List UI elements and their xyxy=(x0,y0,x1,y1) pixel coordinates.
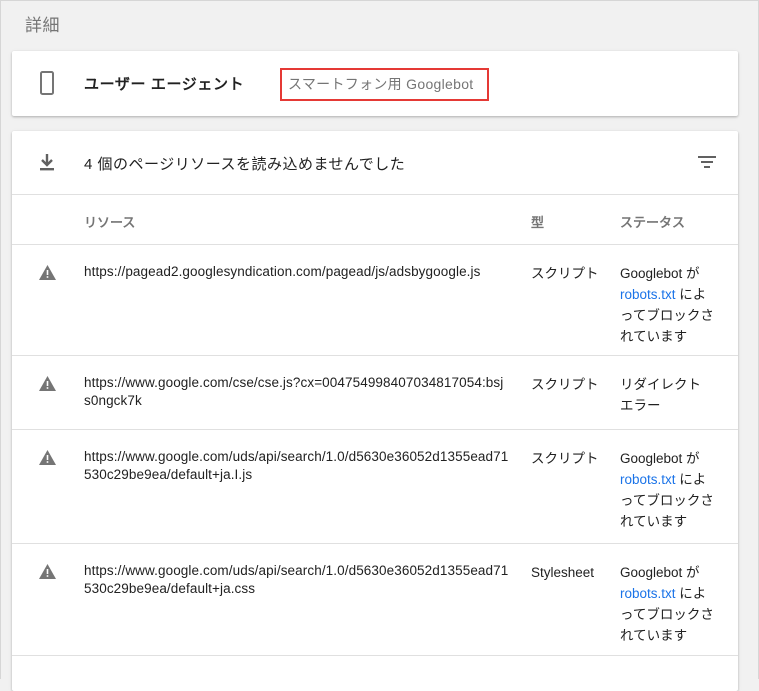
table-header: リソース 型 ステータス xyxy=(12,195,738,245)
robots-txt-link[interactable]: robots.txt xyxy=(620,287,676,302)
column-type[interactable]: 型 xyxy=(531,212,544,231)
resource-type: スクリプト xyxy=(531,377,599,392)
user-agent-card: ユーザー エージェント スマートフォン用 Googlebot xyxy=(12,51,738,116)
robots-txt-link[interactable]: robots.txt xyxy=(620,586,676,601)
resources-title: 4 個のページリソースを読み込めませんでした xyxy=(84,156,406,173)
resources-header: 4 個のページリソースを読み込めませんでした xyxy=(12,131,738,195)
resource-status: Googlebot が robots.txt によってブロックされています xyxy=(620,263,716,347)
column-resource[interactable]: リソース xyxy=(84,212,135,231)
resource-type: スクリプト xyxy=(531,451,599,466)
status-text: Googlebot が xyxy=(620,565,700,580)
table-row[interactable]: https://www.google.com/cse/cse.js?cx=004… xyxy=(12,356,738,430)
resource-url: https://pagead2.googlesyndication.com/pa… xyxy=(84,264,481,279)
page-resources-card: 4 個のページリソースを読み込めませんでした リソース 型 ステータス http… xyxy=(12,131,738,691)
status-text: リダイレクト エラー xyxy=(620,377,701,413)
table-row[interactable]: https://www.google.com/uds/api/search/1.… xyxy=(12,430,738,544)
resource-url: https://www.google.com/cse/cse.js?cx=004… xyxy=(84,375,504,408)
resource-status: Googlebot が robots.txt によってブロックされています xyxy=(620,562,716,646)
resource-url: https://www.google.com/uds/api/search/1.… xyxy=(84,563,509,596)
details-panel: 詳細 ユーザー エージェント スマートフォン用 Googlebot 4 個のペー… xyxy=(0,0,759,691)
warning-icon xyxy=(39,265,56,280)
resource-type: スクリプト xyxy=(531,266,599,281)
table-row[interactable]: https://www.google.com/uds/api/search/1.… xyxy=(12,544,738,656)
warning-icon xyxy=(39,564,56,579)
download-icon[interactable] xyxy=(40,153,54,171)
resource-url: https://www.google.com/uds/api/search/1.… xyxy=(84,449,509,482)
resource-status: Googlebot が robots.txt によってブロックされています xyxy=(620,448,716,532)
user-agent-label: ユーザー エージェント xyxy=(84,76,245,93)
section-title: 詳細 xyxy=(25,16,60,35)
warning-icon xyxy=(39,376,56,391)
status-text: Googlebot が xyxy=(620,266,700,281)
resource-status: リダイレクト エラー xyxy=(620,374,716,416)
filter-icon[interactable] xyxy=(698,156,716,168)
column-status[interactable]: ステータス xyxy=(620,212,685,231)
warning-icon xyxy=(39,450,56,465)
smartphone-icon xyxy=(40,71,54,95)
robots-txt-link[interactable]: robots.txt xyxy=(620,472,676,487)
user-agent-value: スマートフォン用 Googlebot xyxy=(280,68,489,101)
resource-type: Stylesheet xyxy=(531,565,595,580)
status-text: Googlebot が xyxy=(620,451,700,466)
table-row[interactable]: https://pagead2.googlesyndication.com/pa… xyxy=(12,245,738,356)
